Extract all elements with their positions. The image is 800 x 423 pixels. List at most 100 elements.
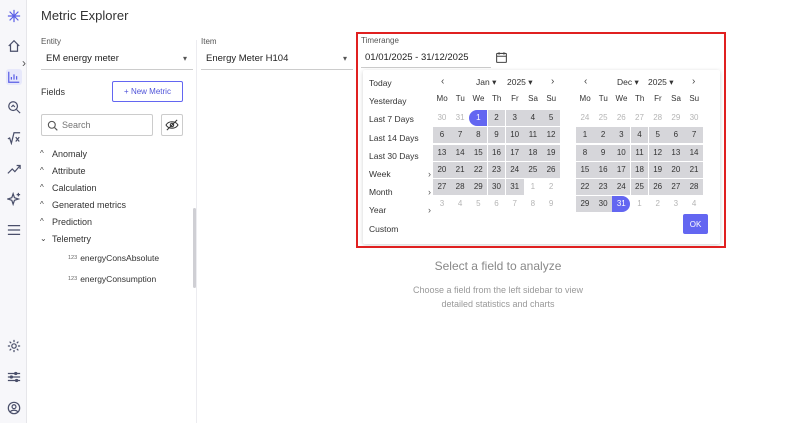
day-cell-outside[interactable]: 7 [506, 196, 524, 212]
day-cell-in-range[interactable]: 13 [666, 144, 685, 161]
day-cell-in-range[interactable]: 22 [576, 179, 594, 196]
day-cell-in-range[interactable]: 6 [666, 127, 685, 144]
day-cell-in-range[interactable]: 27 [433, 179, 451, 196]
day-cell-in-range[interactable]: 21 [451, 161, 470, 178]
day-cell-in-range[interactable]: 5 [542, 110, 561, 126]
day-cell-in-range[interactable]: 28 [685, 179, 704, 196]
menu-icon[interactable] [6, 222, 22, 238]
day-cell-in-range[interactable]: 30 [594, 196, 613, 213]
preset-today[interactable]: Today [369, 74, 431, 92]
preset-last-30-days[interactable]: Last 30 Days [369, 147, 431, 165]
item-select[interactable]: Energy Meter H104 ▾ [201, 48, 353, 70]
day-cell-in-range[interactable]: 28 [451, 179, 470, 196]
chart-icon[interactable] [6, 69, 22, 85]
day-cell-in-range[interactable]: 19 [648, 161, 667, 178]
day-cell-in-range[interactable]: 19 [542, 144, 561, 161]
chevron-right-icon[interactable]: › [22, 56, 26, 70]
month-select[interactable]: Jan ▾ [476, 77, 496, 88]
home-icon[interactable] [6, 38, 22, 54]
day-cell-in-range[interactable]: 10 [612, 144, 631, 161]
day-cell-in-range[interactable]: 4 [630, 127, 649, 144]
day-cell-in-range[interactable]: 26 [648, 179, 667, 196]
day-cell-in-range[interactable]: 3 [612, 127, 631, 144]
day-cell-in-range[interactable]: 22 [469, 161, 488, 178]
day-cell-in-range[interactable]: 9 [594, 144, 613, 161]
day-cell-in-range[interactable]: 10 [505, 127, 524, 144]
day-cell-outside[interactable]: 25 [594, 110, 612, 126]
user-icon[interactable] [6, 400, 22, 416]
day-cell-in-range[interactable]: 21 [685, 161, 704, 178]
trend-icon[interactable] [6, 161, 22, 177]
prev-month-button[interactable]: ‹ [584, 76, 587, 87]
day-cell-outside[interactable]: 5 [469, 196, 487, 212]
year-select[interactable]: 2025 ▾ [648, 77, 674, 88]
search-chart-icon[interactable] [6, 99, 22, 115]
day-cell-outside[interactable]: 1 [524, 179, 542, 195]
day-cell-in-range[interactable]: 8 [469, 127, 488, 144]
day-cell-in-range[interactable]: 12 [542, 127, 561, 144]
day-cell-in-range[interactable]: 30 [487, 179, 506, 196]
preset-yesterday[interactable]: Yesterday [369, 92, 431, 110]
day-cell-outside[interactable]: 31 [451, 110, 469, 126]
day-cell-selected[interactable]: 1 [469, 110, 488, 126]
sliders-icon[interactable] [6, 369, 22, 385]
day-cell-in-range[interactable]: 3 [505, 110, 524, 126]
tree-group-telemetry[interactable]: ⌄ Telemetry [40, 230, 190, 247]
day-cell-outside[interactable]: 27 [631, 110, 649, 126]
day-cell-outside[interactable]: 29 [667, 110, 685, 126]
day-cell-in-range[interactable]: 16 [487, 144, 506, 161]
day-cell-in-range[interactable]: 24 [505, 161, 524, 178]
day-cell-in-range[interactable]: 23 [594, 179, 613, 196]
day-cell-in-range[interactable]: 7 [451, 127, 470, 144]
prev-month-button[interactable]: ‹ [441, 76, 444, 87]
day-cell-in-range[interactable]: 14 [451, 144, 470, 161]
day-cell-in-range[interactable]: 17 [612, 161, 631, 178]
day-cell-outside[interactable]: 26 [612, 110, 630, 126]
ok-button[interactable]: OK [683, 214, 708, 234]
entity-select[interactable]: EM energy meter ▾ [41, 48, 193, 70]
tree-group-generated-metrics[interactable]: ^ Generated metrics [40, 196, 190, 213]
tree-group-attribute[interactable]: ^ Attribute [40, 162, 190, 179]
day-cell-in-range[interactable]: 27 [666, 179, 685, 196]
hide-fields-button[interactable] [161, 114, 183, 136]
day-cell-in-range[interactable]: 25 [630, 179, 649, 196]
next-month-button[interactable]: › [692, 76, 695, 87]
day-cell-in-range[interactable]: 12 [648, 144, 667, 161]
logo-icon[interactable] [6, 8, 22, 24]
day-cell-outside[interactable]: 9 [542, 196, 560, 212]
next-month-button[interactable]: › [551, 76, 554, 87]
day-cell-in-range[interactable]: 11 [630, 144, 649, 161]
day-cell-in-range[interactable]: 13 [433, 144, 451, 161]
day-cell-in-range[interactable]: 23 [487, 161, 506, 178]
search-input[interactable] [62, 120, 147, 130]
day-cell-in-range[interactable]: 14 [685, 144, 704, 161]
tree-group-calculation[interactable]: ^ Calculation [40, 179, 190, 196]
day-cell-in-range[interactable]: 16 [594, 161, 613, 178]
day-cell-in-range[interactable]: 6 [433, 127, 451, 144]
formula-icon[interactable] [6, 130, 22, 146]
sparkle-icon[interactable] [6, 191, 22, 207]
preset-custom[interactable]: Custom [369, 220, 431, 238]
day-cell-in-range[interactable]: 26 [542, 161, 561, 178]
day-cell-in-range[interactable]: 2 [594, 127, 613, 144]
tree-field-energy-consumption[interactable]: 123 energyConsumption [40, 269, 190, 289]
day-cell-in-range[interactable]: 9 [487, 127, 506, 144]
day-cell-in-range[interactable]: 20 [433, 161, 451, 178]
timerange-input[interactable] [361, 48, 491, 68]
preset-year[interactable]: Year › [369, 201, 431, 219]
preset-month[interactable]: Month › [369, 183, 431, 201]
day-cell-outside[interactable]: 8 [524, 196, 542, 212]
day-cell-outside[interactable]: 3 [667, 196, 685, 212]
day-cell-outside[interactable]: 24 [576, 110, 594, 126]
year-select[interactable]: 2025 ▾ [507, 77, 533, 88]
day-cell-selected[interactable]: 31 [612, 196, 631, 213]
day-cell-in-range[interactable]: 11 [523, 127, 542, 144]
day-cell-in-range[interactable]: 18 [523, 144, 542, 161]
day-cell-outside[interactable]: 28 [649, 110, 667, 126]
settings-icon[interactable] [6, 338, 22, 354]
tree-group-prediction[interactable]: ^ Prediction [40, 213, 190, 230]
preset-last-7-days[interactable]: Last 7 Days [369, 110, 431, 128]
day-cell-in-range[interactable]: 7 [685, 127, 704, 144]
day-cell-in-range[interactable]: 1 [576, 127, 594, 144]
day-cell-in-range[interactable]: 29 [576, 196, 594, 213]
